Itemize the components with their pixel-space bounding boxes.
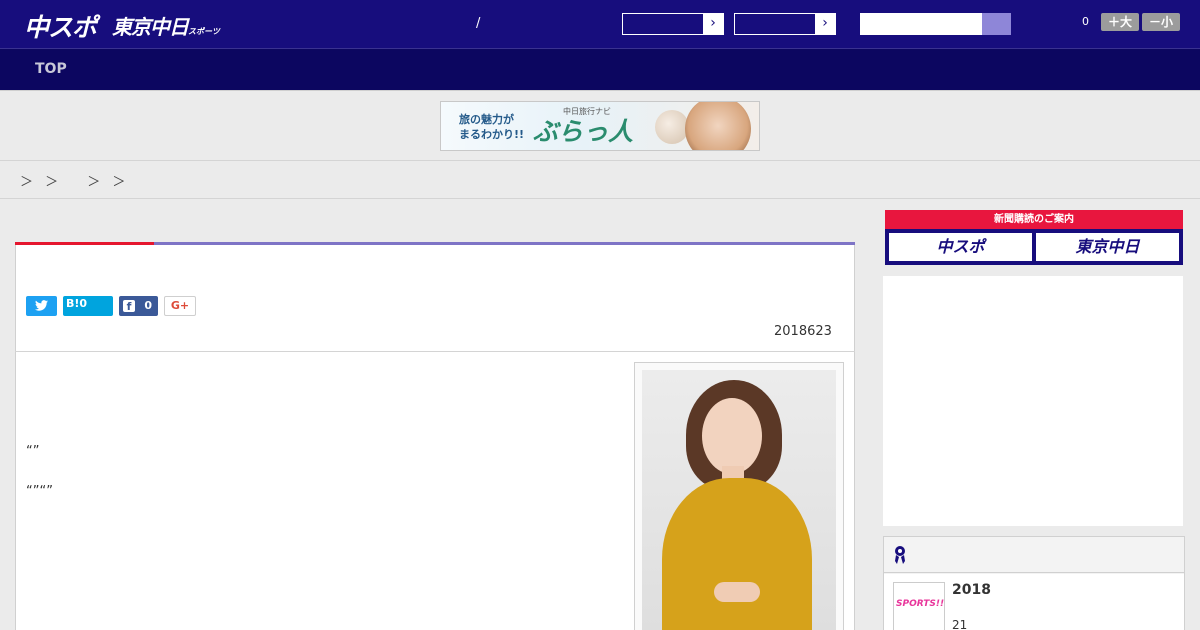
tokyo-chunichi-logo[interactable]: 東京中日スポーツ — [112, 11, 220, 40]
category-select-2[interactable]: › — [734, 13, 836, 35]
tokyo-chunichi-logo-small: スポーツ — [188, 27, 220, 36]
banner-tagline: 旅の魅力が まるわかり!! — [459, 113, 525, 141]
ranking-item-sub: 21 — [952, 618, 968, 630]
hatena-bookmark-button[interactable]: B!0 — [63, 296, 113, 316]
photo-dress — [662, 478, 812, 630]
travel-navi-banner[interactable]: 旅の魅力が まるわかり!! 中日旅行ナビ ぶらっ人 — [440, 101, 760, 151]
photo-face — [702, 398, 762, 474]
article-divider — [15, 351, 855, 352]
breadcrumb-divider — [0, 198, 1200, 199]
subscription-label: 新聞購読のご案内 — [885, 210, 1183, 229]
chevron-right-icon: › — [815, 14, 835, 34]
banner-model-image — [685, 102, 751, 150]
facebook-share-count: 0 — [144, 299, 152, 312]
medal-icon — [895, 546, 905, 564]
article-photo-image — [642, 370, 836, 630]
article-quote-1: “” — [26, 444, 40, 459]
chevron-right-icon: › — [703, 14, 723, 34]
site-header: 中スポ 東京中日スポーツ / › › 0 ＋大 －小 — [0, 0, 1200, 48]
tokyo-chunichi-logo-text: 東京中日 — [112, 15, 189, 39]
ranking-item[interactable]: SPORTS!! 2018 21 — [884, 574, 1184, 630]
font-smaller-button[interactable]: －小 — [1142, 13, 1180, 31]
ranking-header — [884, 537, 1184, 573]
photo-hands — [714, 582, 760, 602]
font-larger-button[interactable]: ＋大 — [1101, 13, 1139, 31]
sidebar-ad[interactable] — [883, 276, 1183, 526]
article-photo[interactable] — [634, 362, 844, 630]
search-button[interactable] — [982, 13, 1011, 35]
ranking-item-title: 2018 — [952, 582, 991, 598]
twitter-share-button[interactable] — [26, 296, 57, 316]
breadcrumb[interactable]: ＞ ＞ ＞ ＞ — [20, 171, 129, 190]
nav-item-top[interactable]: TOP — [35, 61, 67, 77]
shell-image — [655, 110, 689, 144]
search-input[interactable] — [860, 13, 1011, 35]
banner-brand: ぶらっ人 — [533, 117, 634, 146]
facebook-share-button[interactable]: f 0 — [119, 296, 158, 316]
global-nav: TOP — [0, 48, 1200, 90]
article-quote-2: “”“” — [26, 484, 53, 499]
ranking-thumbnail: SPORTS!! — [893, 582, 945, 630]
banner-area: 旅の魅力が まるわかり!! 中日旅行ナビ ぶらっ人 — [0, 90, 1200, 161]
category-select-1[interactable]: › — [622, 13, 724, 35]
article-accent-red — [15, 242, 154, 245]
font-size-count: 0 — [1082, 15, 1089, 28]
article-date: 2018623 — [774, 324, 832, 339]
subscribe-chuspo-button[interactable]: 中スポ — [889, 233, 1032, 261]
ranking-box: SPORTS!! 2018 21 — [883, 536, 1185, 630]
subscription-box: 新聞購読のご案内 中スポ 東京中日 — [885, 210, 1183, 265]
twitter-icon — [35, 300, 48, 311]
chuspo-logo[interactable]: 中スポ — [24, 8, 97, 44]
ranking-thumbnail-text: SPORTS!! — [896, 599, 945, 609]
article-accent-purple — [154, 242, 855, 245]
header-separator: / — [476, 16, 481, 31]
facebook-icon: f — [123, 300, 135, 313]
google-plus-share-button[interactable]: G+ — [164, 296, 196, 316]
subscribe-tokyo-chunichi-button[interactable]: 東京中日 — [1036, 233, 1179, 261]
